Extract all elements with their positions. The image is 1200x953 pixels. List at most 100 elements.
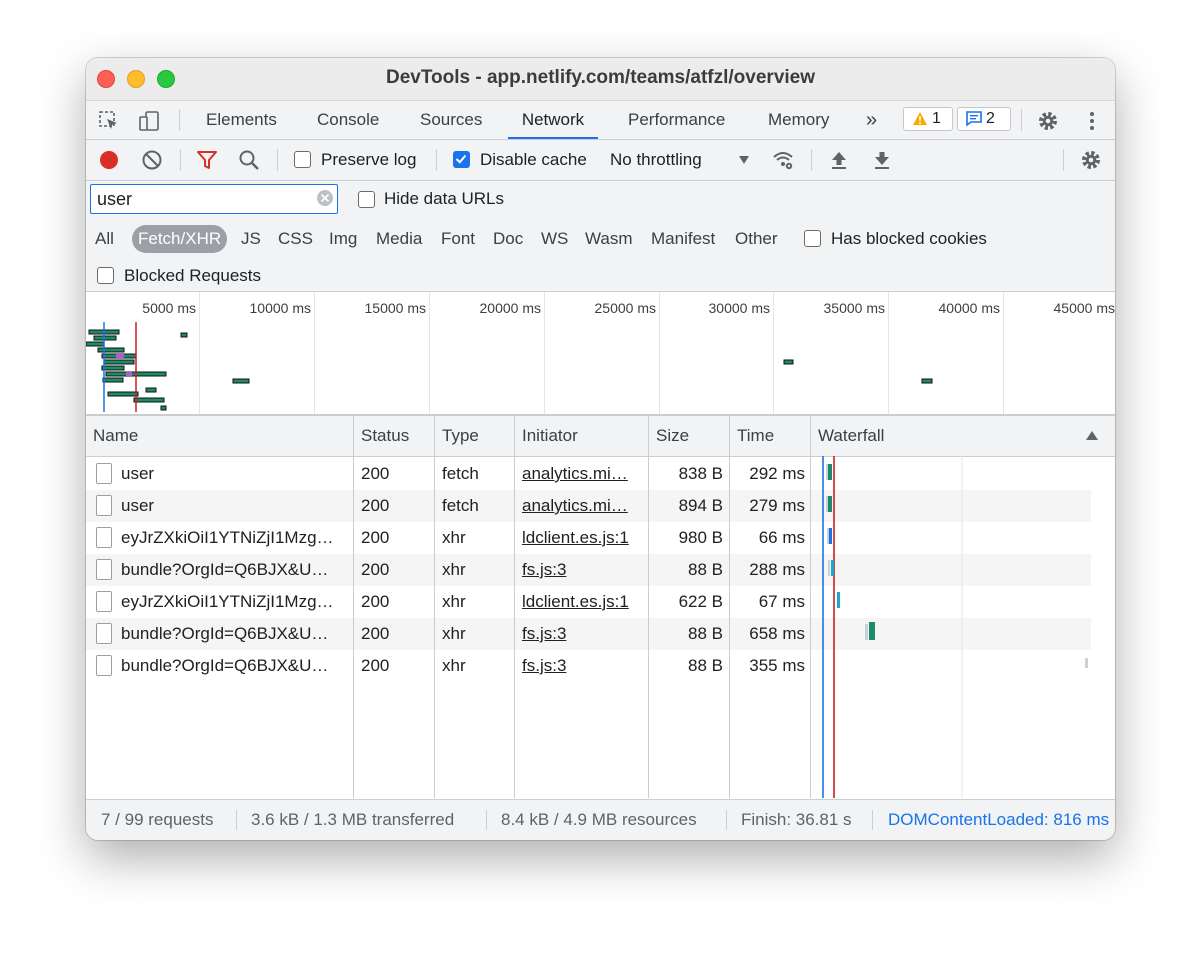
filter-type-font[interactable]: Font: [441, 225, 475, 253]
tab-network[interactable]: Network: [508, 101, 598, 139]
request-size: 88 B: [688, 656, 723, 675]
network-settings-gear-icon[interactable]: [1080, 149, 1102, 171]
tab-console[interactable]: Console: [317, 101, 379, 139]
filter-icon[interactable]: [196, 149, 218, 171]
disable-cache-checkbox[interactable]: [453, 151, 470, 168]
column-header-name[interactable]: Name: [93, 416, 138, 456]
filter-type-other[interactable]: Other: [735, 225, 778, 253]
column-divider[interactable]: [514, 416, 515, 798]
request-time: 658 ms: [749, 624, 805, 643]
search-icon[interactable]: [238, 149, 260, 171]
request-size: 980 B: [678, 528, 723, 547]
request-file-icon: [96, 559, 112, 580]
tab-sources[interactable]: Sources: [420, 101, 482, 139]
network-overview[interactable]: 5000 ms 10000 ms 15000 ms 20000 ms 25000…: [86, 292, 1115, 416]
preserve-log-checkbox[interactable]: [294, 151, 311, 168]
filter-type-css[interactable]: CSS: [278, 225, 313, 253]
request-file-icon: [96, 655, 112, 676]
warning-icon: [913, 112, 927, 125]
column-divider[interactable]: [434, 416, 435, 798]
messages-count: 2: [986, 110, 995, 127]
column-divider[interactable]: [353, 416, 354, 798]
request-size: 838 B: [678, 464, 723, 483]
filter-search-input[interactable]: user: [90, 184, 338, 214]
request-status: 200: [361, 464, 390, 483]
throttling-select[interactable]: No throttling: [610, 140, 756, 180]
import-har-icon[interactable]: [828, 149, 850, 171]
filter-type-ws[interactable]: WS: [541, 225, 568, 253]
filter-type-img[interactable]: Img: [329, 225, 357, 253]
tab-memory[interactable]: Memory: [768, 101, 829, 139]
column-header-status[interactable]: Status: [361, 416, 409, 456]
toolbar-separator: [180, 149, 181, 171]
request-initiator-link[interactable]: ldclient.es.js:1: [522, 522, 642, 554]
network-toolbar: Preserve log Disable cache No throttling: [86, 140, 1115, 181]
request-file-icon: [96, 623, 112, 644]
column-divider[interactable]: [729, 416, 730, 798]
request-initiator-link[interactable]: ldclient.es.js:1: [522, 586, 642, 618]
column-header-waterfall[interactable]: Waterfall: [818, 416, 884, 456]
sort-ascending-icon[interactable]: [1085, 430, 1099, 441]
messages-badge[interactable]: 2: [957, 107, 1011, 131]
statusbar-separator: [872, 810, 873, 830]
filter-type-js[interactable]: JS: [241, 225, 261, 253]
record-icon[interactable]: [98, 149, 120, 171]
request-type: xhr: [442, 592, 466, 611]
tab-elements[interactable]: Elements: [206, 101, 277, 139]
has-blocked-cookies-checkbox[interactable]: [804, 230, 821, 247]
clear-search-icon[interactable]: [316, 189, 334, 207]
column-header-size[interactable]: Size: [656, 416, 689, 456]
filter-type-manifest[interactable]: Manifest: [651, 225, 715, 253]
filter-type-media[interactable]: Media: [376, 225, 422, 253]
request-type: xhr: [442, 528, 466, 547]
warnings-badge[interactable]: 1: [903, 107, 953, 131]
toolbar-separator: [1063, 149, 1064, 171]
network-conditions-icon[interactable]: [772, 149, 794, 171]
inspect-element-icon[interactable]: [98, 110, 120, 132]
request-file-icon: [96, 591, 112, 612]
request-file-icon: [96, 527, 112, 548]
domcontentloaded-time: DOMContentLoaded: 816 ms: [888, 810, 1110, 829]
request-initiator-link[interactable]: fs.js:3: [522, 618, 642, 650]
filter-bar: user Hide data URLs All Fetch/XHR JS CSS…: [86, 181, 1115, 292]
column-header-initiator[interactable]: Initiator: [522, 416, 578, 456]
request-initiator-link[interactable]: analytics.mi…: [522, 458, 642, 490]
request-initiator-link[interactable]: analytics.mi…: [522, 490, 642, 522]
request-name: eyJrZXkiOiI1YTNiZjI1Mzg…: [121, 528, 334, 547]
request-type: xhr: [442, 624, 466, 643]
more-tabs-button[interactable]: »: [866, 101, 877, 139]
hide-data-urls-checkbox[interactable]: [358, 191, 375, 208]
filter-type-fetch-xhr[interactable]: Fetch/XHR: [132, 225, 228, 253]
request-initiator-link[interactable]: fs.js:3: [522, 554, 642, 586]
devtools-window: DevTools - app.netlify.com/teams/atfzl/o…: [86, 58, 1115, 840]
clear-icon[interactable]: [141, 149, 163, 171]
resources-size: 8.4 kB / 4.9 MB resources: [501, 810, 697, 829]
more-options-icon[interactable]: [1081, 110, 1103, 132]
export-har-icon[interactable]: [871, 149, 893, 171]
preserve-log-label: Preserve log: [321, 150, 417, 169]
settings-gear-icon[interactable]: [1037, 110, 1059, 132]
blocked-requests-checkbox[interactable]: [97, 267, 114, 284]
filter-type-doc[interactable]: Doc: [493, 225, 523, 253]
filter-type-all[interactable]: All: [95, 225, 114, 253]
request-status: 200: [361, 528, 390, 547]
throttling-value: No throttling: [610, 150, 702, 169]
request-type: fetch: [442, 496, 479, 515]
tab-performance[interactable]: Performance: [628, 101, 725, 139]
request-file-icon: [96, 463, 112, 484]
request-status: 200: [361, 496, 390, 515]
column-divider[interactable]: [648, 416, 649, 798]
statusbar-separator: [486, 810, 487, 830]
request-name: bundle?OrgId=Q6BJX&U…: [121, 656, 329, 675]
overview-bars: [86, 322, 933, 412]
column-header-type[interactable]: Type: [442, 416, 479, 456]
request-size: 894 B: [678, 496, 723, 515]
request-status: 200: [361, 560, 390, 579]
request-name: bundle?OrgId=Q6BJX&U…: [121, 624, 329, 643]
device-toolbar-icon[interactable]: [138, 110, 160, 132]
request-initiator-link[interactable]: fs.js:3: [522, 650, 642, 682]
table-header: Name Status Type Initiator Size Time Wat…: [86, 416, 1115, 457]
filter-type-wasm[interactable]: Wasm: [585, 225, 633, 253]
column-header-time[interactable]: Time: [737, 416, 774, 456]
request-time: 67 ms: [758, 592, 805, 611]
